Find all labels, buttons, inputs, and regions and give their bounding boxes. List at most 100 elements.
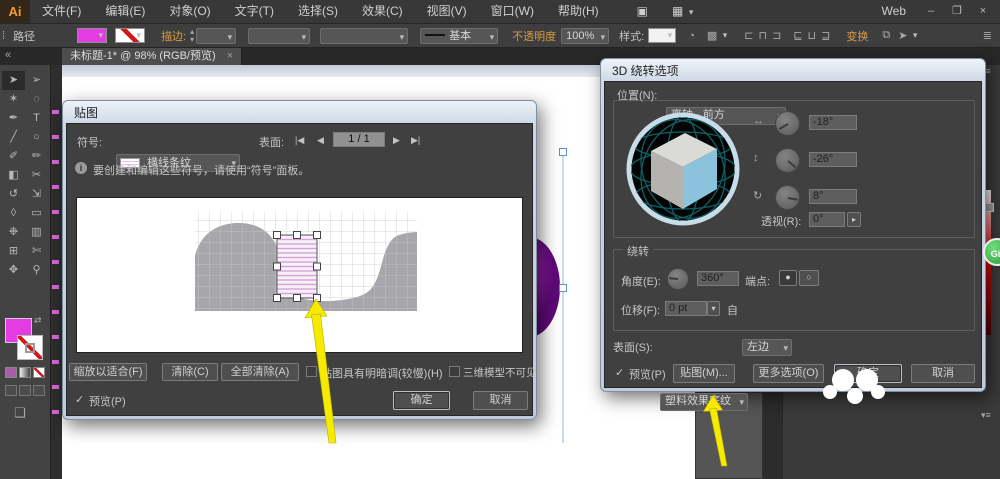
variable-width-select[interactable] [248, 28, 310, 44]
color-mode-button[interactable] [5, 367, 17, 378]
dialog-title[interactable]: 3D 绕转选项 [604, 62, 982, 81]
preview-label[interactable]: 预览(P) [89, 393, 126, 409]
invisible-geometry-label[interactable]: 三维模型不可见 [463, 365, 537, 380]
mapped-symbol[interactable] [277, 235, 317, 298]
last-surface-icon[interactable]: ▶| [411, 135, 420, 146]
cap-solid-button[interactable]: ● [779, 270, 797, 286]
tool-scissors[interactable]: ✂ [25, 166, 48, 185]
panel-list-icon[interactable]: ≣ [983, 29, 992, 42]
tab-close-icon[interactable]: × [227, 50, 233, 62]
document-tab[interactable]: 未标题-1* @ 98% (RGB/预览) × [62, 47, 242, 65]
opacity-mask-icon[interactable]: ▩ [707, 29, 730, 42]
tool-magic-wand[interactable]: ✶ [2, 90, 25, 109]
bridge-icon[interactable]: ▣ [625, 0, 660, 23]
arrange-documents-icon[interactable]: ▦ [660, 0, 696, 23]
constrain-icon[interactable]: ⧉ [882, 29, 890, 42]
minimize-button[interactable]: – [918, 0, 944, 23]
preview-check-icon[interactable]: ✓ [75, 393, 84, 406]
preview-check-icon[interactable]: ✓ [615, 366, 624, 379]
shade-artwork-checkbox[interactable] [306, 366, 317, 377]
tool-selection[interactable]: ➤ [2, 71, 25, 90]
menu-item-type[interactable]: 文字(T) [223, 0, 286, 23]
tool-scale[interactable]: ⇲ [25, 185, 48, 204]
menu-item-window[interactable]: 窗口(W) [479, 0, 546, 23]
draw-normal-button[interactable] [5, 385, 17, 396]
cap-hollow-button[interactable]: ○ [799, 270, 819, 286]
ok-button[interactable]: 确定 [393, 391, 450, 410]
brush-definition-select[interactable] [320, 28, 408, 44]
fill-color-swatch[interactable] [77, 28, 107, 43]
menu-item-edit[interactable]: 编辑(E) [93, 0, 157, 23]
gradient-mode-button[interactable] [19, 367, 31, 378]
scale-to-fit-button[interactable]: 缩放以适合(F) [69, 363, 147, 381]
track-cube[interactable] [623, 109, 743, 229]
offset-value[interactable]: 0 pt [665, 301, 707, 316]
align-center-icon[interactable]: ⊓ [758, 29, 767, 42]
align-right-icon[interactable]: ⊐ [772, 29, 781, 42]
tool-ellipse[interactable]: ○ [25, 128, 48, 147]
close-button[interactable]: × [970, 0, 996, 23]
swap-fill-stroke-icon[interactable]: ⇄ [34, 315, 42, 326]
align-left-icon[interactable]: ⊏ [744, 29, 753, 42]
draw-inside-button[interactable] [33, 385, 45, 396]
shade-artwork-label[interactable]: 贴图具有明暗调(较慢)(H) [321, 365, 443, 381]
panel-menu-icon[interactable]: ▾≡ [981, 410, 991, 421]
align-top-icon[interactable]: ⊑ [793, 29, 802, 42]
workspace-switcher[interactable]: Web [870, 0, 918, 23]
draw-behind-button[interactable] [19, 385, 31, 396]
y-rotation-value[interactable]: -26° [809, 152, 857, 167]
invisible-geometry-checkbox[interactable] [449, 366, 460, 377]
cancel-button[interactable]: 取消 [911, 364, 975, 383]
cancel-button[interactable]: 取消 [473, 391, 528, 410]
map-art-button[interactable]: 贴图(M)... [673, 364, 735, 383]
tool-paintbrush[interactable]: ✐ [2, 147, 25, 166]
stroke-swatch[interactable] [17, 335, 43, 360]
y-rotation-dial[interactable] [775, 148, 800, 173]
offset-from-select[interactable]: 左边 [742, 339, 792, 356]
align-middle-icon[interactable]: ⊔ [808, 29, 817, 42]
tool-free-transform[interactable]: ▭ [25, 204, 48, 223]
surface-select[interactable]: 塑料效果底纹 [660, 393, 748, 411]
z-rotation-value[interactable]: 8° [809, 189, 857, 204]
tool-pencil[interactable]: ✏ [25, 147, 48, 166]
tool-slice[interactable]: ✄ [25, 242, 48, 261]
menu-item-file[interactable]: 文件(F) [30, 0, 93, 23]
z-rotation-dial[interactable] [775, 185, 800, 210]
recolor-artwork-icon[interactable]: ◔ [688, 30, 695, 42]
stroke-weight-select[interactable] [196, 28, 236, 44]
revolve-options-dialog[interactable]: 3D 绕转选项 位置(N): 离轴 - 前方 ↔ - [600, 58, 986, 392]
clear-button[interactable]: 清除(C) [162, 363, 218, 381]
x-rotation-value[interactable]: -18° [809, 115, 857, 130]
tool-zoom[interactable]: ⚲ [25, 261, 48, 280]
menu-item-select[interactable]: 选择(S) [286, 0, 350, 23]
first-surface-icon[interactable]: |◀ [295, 135, 304, 146]
stroke-color-swatch[interactable] [115, 28, 145, 43]
more-options-button[interactable]: 更多选项(O) [753, 364, 824, 383]
opacity-label[interactable]: 不透明度 [512, 28, 556, 44]
isolate-selection-icon[interactable]: ➤ [898, 29, 920, 42]
tool-graph[interactable]: ▥ [25, 223, 48, 242]
perspective-value[interactable]: 0° [809, 212, 845, 227]
menu-item-view[interactable]: 视图(V) [415, 0, 479, 23]
tool-direct-selection[interactable]: ➢ [25, 71, 48, 90]
menu-item-effect[interactable]: 效果(C) [350, 0, 415, 23]
screen-mode-icon[interactable]: ❏ [14, 405, 26, 421]
clear-all-button[interactable]: 全部清除(A) [221, 363, 299, 381]
ok-button[interactable]: 确定 [834, 364, 902, 383]
restore-button[interactable]: ❐ [944, 0, 970, 23]
prev-surface-icon[interactable]: ◀ [317, 135, 324, 146]
tool-rotate[interactable]: ↺ [2, 185, 25, 204]
preview-label[interactable]: 预览(P) [629, 366, 666, 382]
tool-eraser[interactable]: ◧ [2, 166, 25, 185]
stroke-style-select[interactable]: 基本 [420, 28, 498, 44]
stroke-stepper[interactable]: ▴▾ [190, 28, 194, 44]
align-bottom-icon[interactable]: ⊒ [821, 29, 830, 42]
tool-pen[interactable]: ✒ [2, 109, 25, 128]
none-mode-button[interactable] [33, 367, 45, 378]
menu-item-object[interactable]: 对象(O) [157, 0, 222, 23]
angle-value[interactable]: 360° [697, 271, 739, 286]
opacity-value[interactable]: 100% [561, 28, 609, 44]
stroke-label[interactable]: 描边: [161, 28, 186, 44]
offset-dropdown-button[interactable]: ▾ [707, 301, 720, 316]
tool-symbol-sprayer[interactable]: ❉ [2, 223, 25, 242]
